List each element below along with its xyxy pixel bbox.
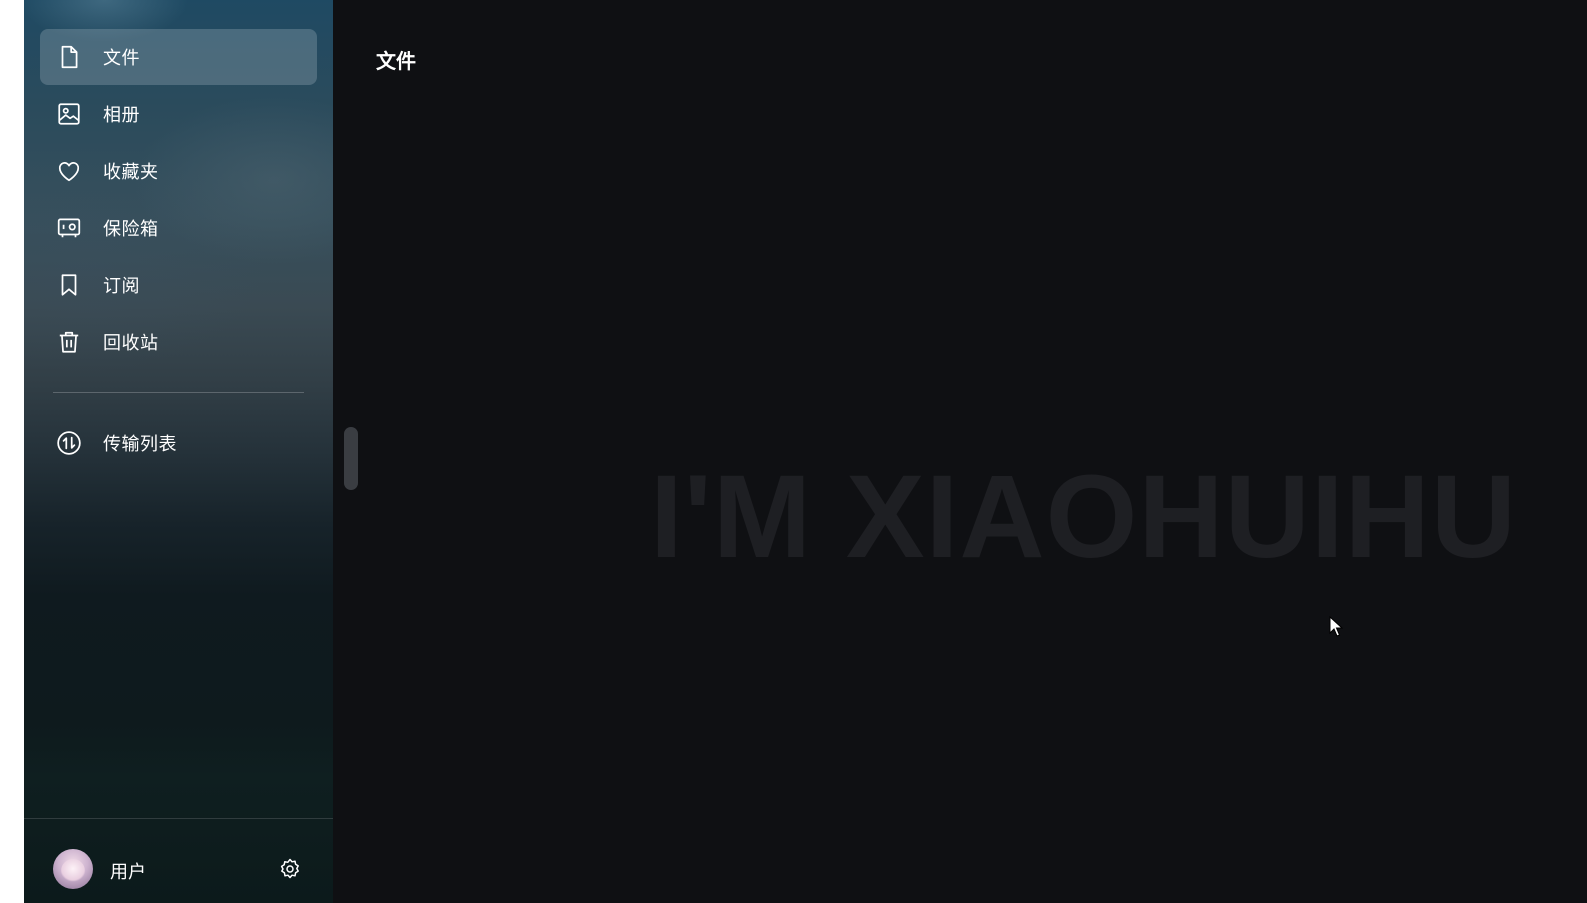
page-title: 文件 [376,49,416,73]
sidebar-item-albums[interactable]: 相册 [40,86,317,142]
image-icon [56,101,82,127]
app-window: 文件 相册 收藏夹 保险箱 订阅 回收站 传输列表 用户 文件 I'M XIAO… [24,0,1587,903]
sidebar-item-subscriptions[interactable]: 订阅 [40,257,317,313]
sidebar-item-label: 保险箱 [103,219,159,240]
sidebar-item-label: 传输列表 [103,434,177,455]
main-content: 文件 I'M XIAOHUIHU [333,0,1587,903]
sidebar-item-favorites[interactable]: 收藏夹 [40,143,317,199]
heart-icon [56,158,82,184]
sidebar-item-label: 相册 [103,105,140,126]
trash-icon [56,329,82,355]
settings-button[interactable] [278,857,302,881]
sidebar-item-label: 回收站 [103,333,159,354]
settings-icon [280,858,299,879]
sidebar-item-label: 文件 [103,48,140,69]
background-watermark: I'M XIAOHUIHU [650,451,1518,583]
sidebar-item-label: 订阅 [103,276,140,297]
sidebar-item-recycle-bin[interactable]: 回收站 [40,314,317,370]
safe-icon [56,215,82,241]
sidebar-item-safe[interactable]: 保险箱 [40,200,317,256]
username: 用户 [110,862,146,883]
sidebar-divider [53,392,304,393]
sidebar-item-files[interactable]: 文件 [40,29,317,85]
sidebar: 文件 相册 收藏夹 保险箱 订阅 回收站 传输列表 用户 [24,0,333,903]
bookmark-icon [56,272,82,298]
sidebar-item-label: 收藏夹 [103,162,159,183]
transfer-icon [56,430,82,456]
sidebar-item-transfer-list[interactable]: 传输列表 [40,415,317,471]
sidebar-footer-divider [24,818,333,819]
avatar[interactable] [53,849,93,889]
mouse-cursor-icon [1329,616,1343,637]
file-icon [56,44,82,70]
